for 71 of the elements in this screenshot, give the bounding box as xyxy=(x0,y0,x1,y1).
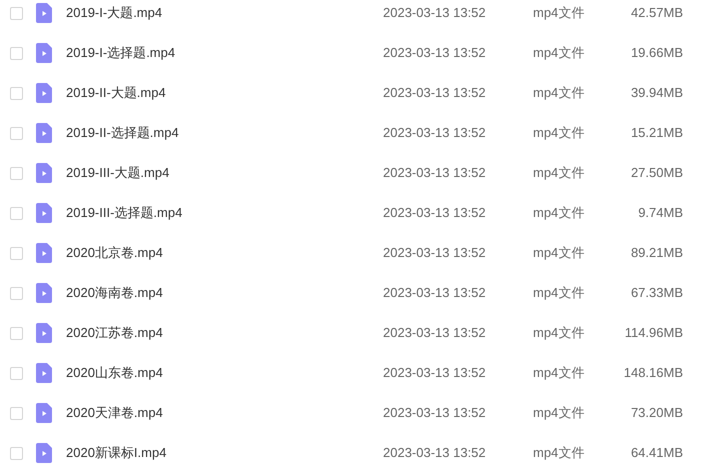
file-size: 19.66MB xyxy=(630,44,683,62)
modified-date: 2023-03-13 13:52 xyxy=(383,404,487,422)
file-type: mp4文件 xyxy=(533,44,586,62)
file-type: mp4文件 xyxy=(533,124,586,142)
modified-date: 2023-03-13 13:52 xyxy=(383,324,487,342)
checkbox[interactable] xyxy=(10,126,23,140)
modified-date: 2023-03-13 13:52 xyxy=(383,244,487,262)
file-size: 89.21MB xyxy=(630,244,683,262)
file-name[interactable]: 2019-II-大题.mp4 xyxy=(66,83,383,103)
checkbox[interactable] xyxy=(10,6,23,20)
modified-date: 2023-03-13 13:52 xyxy=(383,4,487,22)
file-type: mp4文件 xyxy=(533,204,586,222)
file-size: 64.41MB xyxy=(630,444,683,462)
modified-date: 2023-03-13 13:52 xyxy=(383,124,487,142)
file-name[interactable]: 2020海南卷.mp4 xyxy=(66,283,383,303)
modified-date: 2023-03-13 13:52 xyxy=(383,204,487,222)
video-file-icon xyxy=(36,83,52,103)
checkbox[interactable] xyxy=(10,86,23,100)
video-file-icon xyxy=(36,43,52,63)
video-file-icon xyxy=(36,363,52,383)
checkbox[interactable] xyxy=(10,206,23,220)
file-type: mp4文件 xyxy=(533,84,586,102)
file-size: 27.50MB xyxy=(630,164,683,182)
file-type: mp4文件 xyxy=(533,404,586,422)
file-size: 42.57MB xyxy=(630,4,683,22)
file-name[interactable]: 2019-III-大题.mp4 xyxy=(66,163,383,183)
file-size: 114.96MB xyxy=(624,324,683,342)
video-file-icon xyxy=(36,123,52,143)
checkbox[interactable] xyxy=(10,46,23,60)
modified-date: 2023-03-13 13:52 xyxy=(383,284,487,302)
file-name[interactable]: 2020天津卷.mp4 xyxy=(66,403,383,423)
checkbox[interactable] xyxy=(10,366,23,380)
checkbox[interactable] xyxy=(10,166,23,180)
checkbox[interactable] xyxy=(10,246,23,260)
checkbox[interactable] xyxy=(10,286,23,300)
file-size: 15.21MB xyxy=(630,124,683,142)
file-name[interactable]: 2020山东卷.mp4 xyxy=(66,363,383,383)
video-file-icon xyxy=(36,243,52,263)
file-size: 67.33MB xyxy=(630,284,683,302)
file-name[interactable]: 2019-I-选择题.mp4 xyxy=(66,43,383,63)
file-size: 9.74MB xyxy=(637,204,683,222)
video-file-icon xyxy=(36,283,52,303)
checkbox[interactable] xyxy=(10,326,23,340)
checkbox[interactable] xyxy=(10,446,23,460)
file-type: mp4文件 xyxy=(533,324,586,342)
video-file-icon xyxy=(36,323,52,343)
file-type: mp4文件 xyxy=(533,444,586,462)
file-name[interactable]: 2020江苏卷.mp4 xyxy=(66,323,383,343)
file-type: mp4文件 xyxy=(533,284,586,302)
modified-date: 2023-03-13 13:52 xyxy=(383,44,487,62)
file-name[interactable]: 2020北京卷.mp4 xyxy=(66,243,383,263)
modified-date: 2023-03-13 13:52 xyxy=(383,444,487,462)
modified-date: 2023-03-13 13:52 xyxy=(383,164,487,182)
file-name[interactable]: 2019-III-选择题.mp4 xyxy=(66,203,383,223)
file-size: 148.16MB xyxy=(622,364,683,382)
video-file-icon xyxy=(36,3,52,23)
file-type: mp4文件 xyxy=(533,4,586,22)
video-file-icon xyxy=(36,163,52,183)
modified-date: 2023-03-13 13:52 xyxy=(383,84,487,102)
file-name[interactable]: 2020新课标I.mp4 xyxy=(66,443,383,463)
video-file-icon xyxy=(36,403,52,423)
file-size: 73.20MB xyxy=(630,404,683,422)
checkbox[interactable] xyxy=(10,406,23,420)
file-size: 39.94MB xyxy=(630,84,683,102)
file-type: mp4文件 xyxy=(533,164,586,182)
file-name[interactable]: 2019-I-大题.mp4 xyxy=(66,3,383,23)
modified-date: 2023-03-13 13:52 xyxy=(383,364,487,382)
file-type: mp4文件 xyxy=(533,364,586,382)
file-type: mp4文件 xyxy=(533,244,586,262)
file-name[interactable]: 2019-II-选择题.mp4 xyxy=(66,123,383,143)
video-file-icon xyxy=(36,203,52,223)
